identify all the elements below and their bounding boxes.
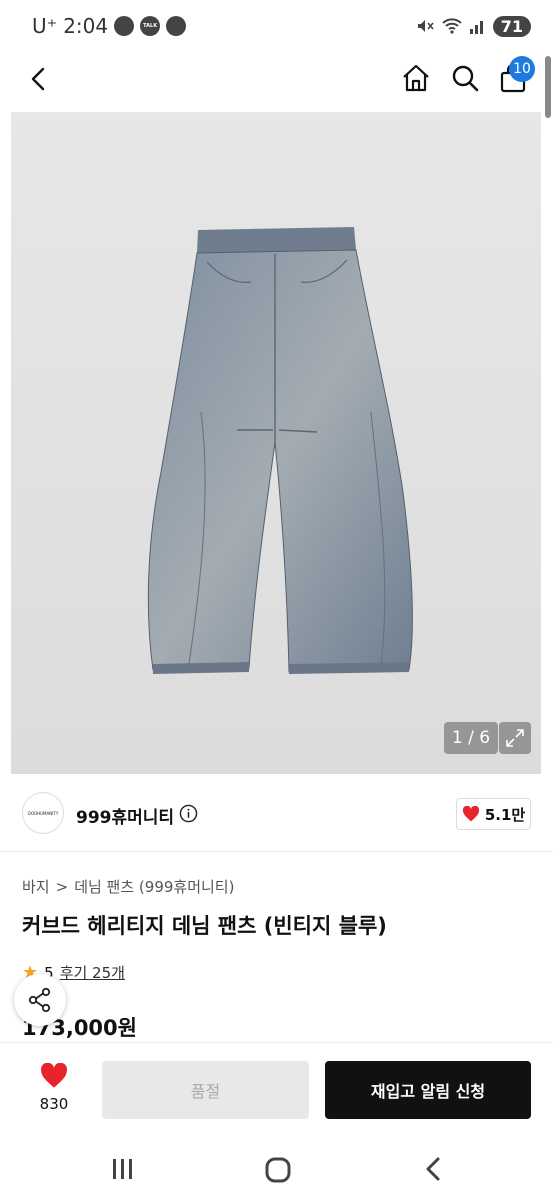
product-image[interactable]: 1 / 6 — [11, 112, 541, 774]
battery-indicator: 71 — [492, 15, 531, 37]
soldout-button: 품절 — [102, 1061, 309, 1119]
reviews-link[interactable]: 후기 25개 — [60, 962, 125, 983]
brand-name[interactable]: 999휴머니티 — [76, 803, 174, 828]
info-icon[interactable] — [179, 804, 198, 823]
status-left: U⁺ 2:04 — [32, 14, 187, 38]
back-nav-icon[interactable] — [422, 1156, 446, 1182]
share-button[interactable] — [14, 974, 66, 1026]
breadcrumb: 바지 > 데님 팬츠 (999휴머니티) — [22, 876, 234, 897]
mute-icon — [417, 20, 434, 32]
brand-like-button[interactable]: 5.1만 — [456, 798, 531, 830]
share-icon — [28, 987, 51, 1013]
breadcrumb-item[interactable]: 바지 — [22, 876, 50, 897]
heart-icon — [462, 806, 479, 822]
home-nav-icon[interactable] — [264, 1156, 292, 1184]
scrollbar[interactable] — [545, 56, 551, 118]
product-title: 커브드 헤리티지 데님 팬츠 (빈티지 블루) — [22, 914, 387, 938]
brand-row: OOOHUMANITY 999휴머니티 5.1만 — [0, 776, 553, 852]
status-bar: U⁺ 2:04 71 — [0, 0, 553, 52]
recents-icon[interactable] — [110, 1156, 136, 1182]
notification-icon — [166, 16, 187, 36]
cart-count-badge: 10 — [509, 56, 535, 82]
talk-notification-icon — [140, 16, 161, 36]
carrier-label: U⁺ — [32, 14, 58, 38]
wishlist-button[interactable]: 830 — [28, 1062, 80, 1113]
brand-logo[interactable]: OOOHUMANITY — [22, 792, 64, 834]
notification-icon — [114, 16, 135, 36]
image-counter: 1 / 6 — [444, 722, 498, 754]
wifi-icon — [442, 18, 462, 34]
breadcrumb-item[interactable]: 데님 팬츠 (999휴머니티) — [74, 876, 234, 897]
restock-alert-button[interactable]: 재입고 알림 신청 — [325, 1061, 531, 1119]
status-time: 2:04 — [63, 14, 109, 38]
system-nav — [0, 1136, 553, 1200]
action-bar: 830 품절 재입고 알림 신청 — [0, 1042, 553, 1136]
wishlist-count: 830 — [39, 1095, 69, 1113]
back-icon[interactable] — [24, 64, 54, 94]
jeans-image — [147, 227, 413, 674]
brand-like-count: 5.1만 — [484, 805, 526, 824]
signal-icon — [469, 21, 483, 34]
expand-button[interactable] — [499, 722, 531, 754]
home-icon[interactable] — [400, 62, 432, 94]
expand-icon — [506, 729, 524, 747]
brand-logo-text: OOOHUMANITY — [27, 810, 59, 816]
breadcrumb-separator: > — [55, 877, 69, 896]
status-right: 71 — [415, 15, 531, 37]
search-icon[interactable] — [449, 62, 481, 94]
top-nav — [0, 52, 553, 106]
heart-icon — [41, 1062, 67, 1088]
